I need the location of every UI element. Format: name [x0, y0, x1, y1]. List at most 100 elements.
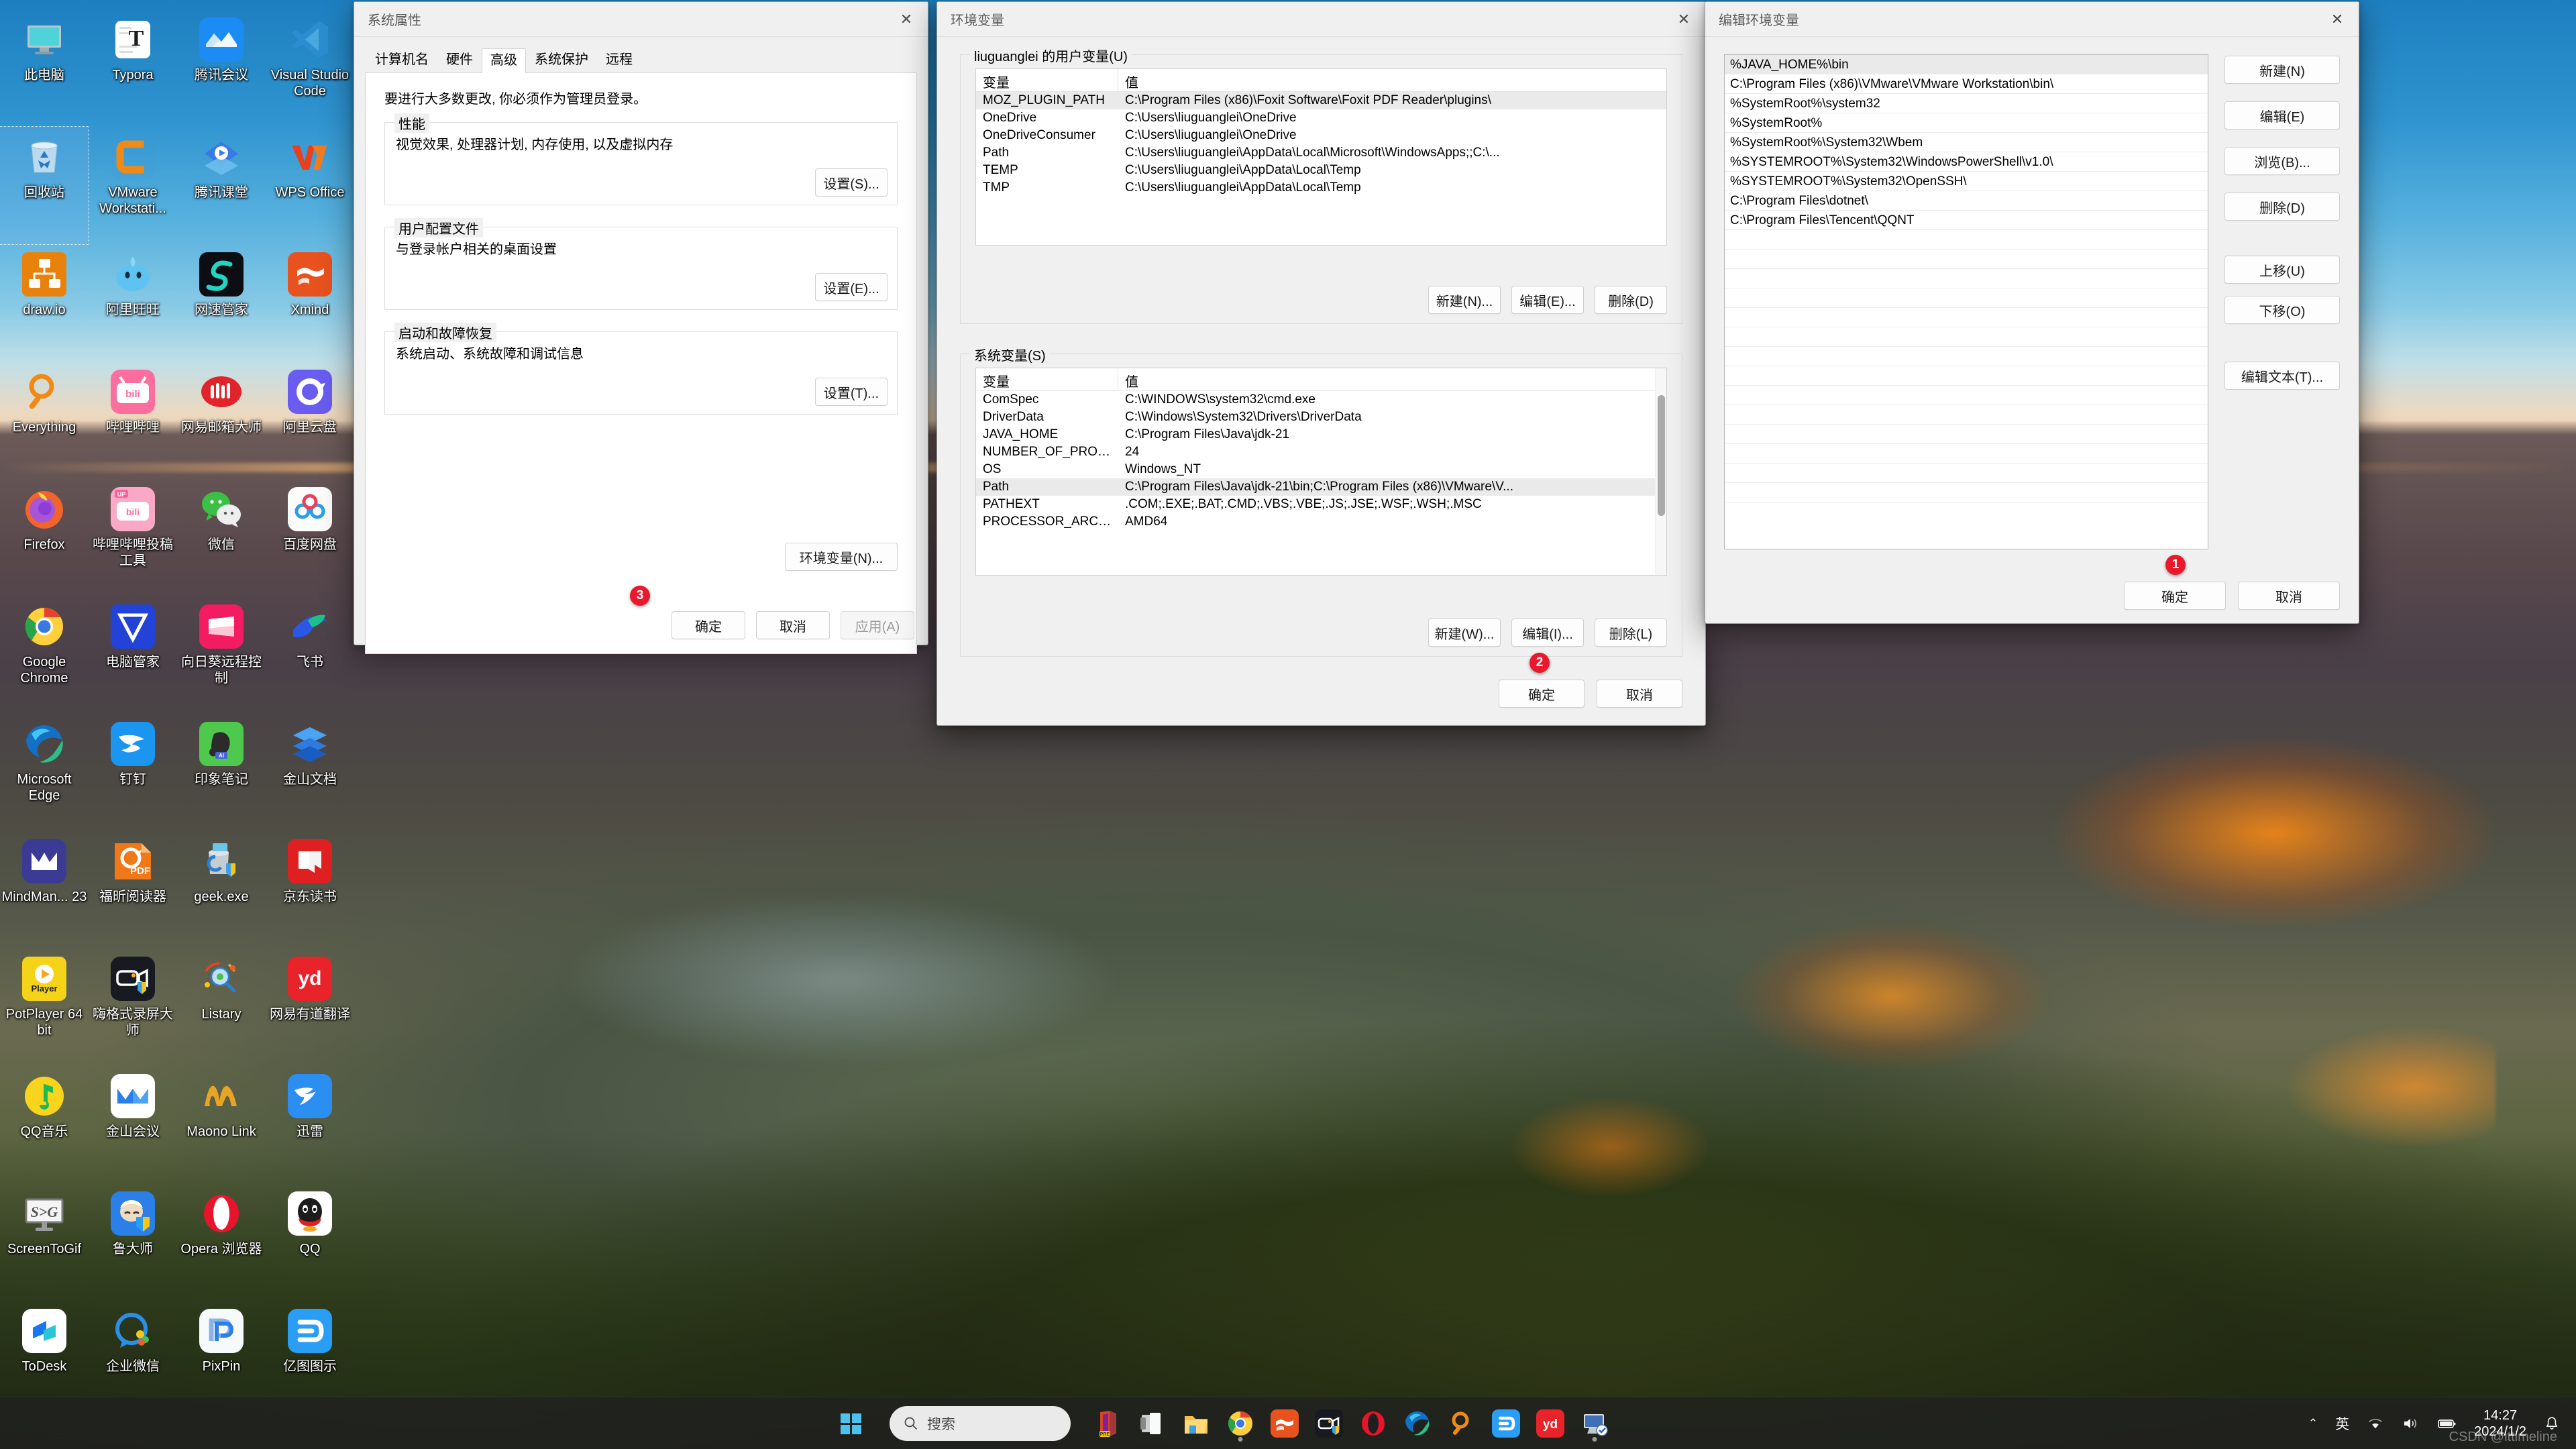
path-entry-empty-row[interactable]: [1725, 386, 2208, 405]
desktop-icon-foxit-reader[interactable]: PDF 福昕阅读器: [89, 831, 177, 949]
desktop-icon-typora[interactable]: T Typora: [89, 9, 177, 127]
taskbar-item-microsoft-edge[interactable]: [1398, 1404, 1437, 1443]
close-icon[interactable]: ✕: [885, 2, 928, 37]
editenv-ok-button[interactable]: 确定: [2124, 582, 2226, 610]
clock[interactable]: 14:27 2024/1/2: [2474, 1407, 2526, 1440]
desktop-icon-aliwangwang[interactable]: 阿里旺旺: [89, 244, 177, 362]
tab-2[interactable]: 高级: [482, 48, 526, 73]
editenv-move-down-button[interactable]: 下移(O): [2224, 296, 2340, 324]
table-row[interactable]: Path C:\Program Files\Java\jdk-21\bin;C:\…: [976, 478, 1666, 496]
desktop-icon-ludashi[interactable]: 鲁大师: [89, 1183, 177, 1301]
desktop-icon-tencent-meeting[interactable]: 腾讯会议: [177, 9, 266, 127]
editenv-move-up-button[interactable]: 上移(U): [2224, 256, 2340, 284]
desktop-icon-evernote[interactable]: AI 印象笔记: [177, 714, 266, 831]
path-entry-empty-row[interactable]: [1725, 347, 2208, 366]
path-entry-row[interactable]: %JAVA_HOME%\bin: [1725, 55, 2208, 74]
chevron-up-icon[interactable]: ⌃: [2308, 1417, 2318, 1430]
desktop-icon-this-pc[interactable]: 此电脑: [0, 9, 89, 127]
tab-1[interactable]: 硬件: [437, 48, 482, 72]
environment-variables-window[interactable]: 环境变量 ✕ liuguanglei 的用户变量(U) 变量 值 MOZ_PLU…: [936, 1, 1706, 726]
path-entry-empty-row[interactable]: [1725, 464, 2208, 483]
table-row[interactable]: PATHEXT .COM;.EXE;.BAT;.CMD;.VBS;.VBE;.JS…: [976, 496, 1666, 513]
taskbar-item-edraw[interactable]: [1487, 1404, 1525, 1443]
desktop-icon-screentogif[interactable]: S>G ScreenToGif: [0, 1183, 89, 1301]
desktop-icon-jd-read[interactable]: 京东读书: [266, 831, 354, 949]
path-entry-empty-row[interactable]: [1725, 269, 2208, 288]
path-entry-row[interactable]: %SystemRoot%: [1725, 113, 2208, 133]
path-entry-row[interactable]: %SystemRoot%\System32\Wbem: [1725, 133, 2208, 152]
path-entry-empty-row[interactable]: [1725, 425, 2208, 444]
desktop-icon-potplayer[interactable]: Player PotPlayer 64 bit: [0, 949, 89, 1066]
table-row[interactable]: JAVA_HOME C:\Program Files\Java\jdk-21: [976, 426, 1666, 443]
table-row[interactable]: Path C:\Users\liuguanglei\AppData\Local\M…: [976, 144, 1666, 162]
close-icon[interactable]: ✕: [1662, 2, 1705, 37]
path-entry-empty-row[interactable]: [1725, 250, 2208, 269]
system-properties-titlebar[interactable]: 系统属性 ✕: [354, 2, 928, 37]
editenv-edit-text-button[interactable]: 编辑文本(T)...: [2224, 362, 2340, 390]
system-properties-window[interactable]: 系统属性 ✕ 计算机名 硬件 高级 系统保护 远程 要进行大多数更改, 你必须作为管理员…: [354, 1, 928, 654]
performance-settings-button[interactable]: 设置(S)...: [815, 168, 888, 197]
edit-env-titlebar[interactable]: 编辑环境变量 ✕: [1705, 2, 2359, 37]
sysprops-cancel-button[interactable]: 取消: [756, 611, 830, 639]
path-entries-list[interactable]: %JAVA_HOME%\bin C:\Program Files (x86)\VM…: [1724, 54, 2208, 549]
desktop-icon-bilibili-upload[interactable]: UP bili 哔哩哔哩投稿工具: [89, 479, 177, 596]
taskbar-item-google-chrome[interactable]: [1221, 1404, 1260, 1443]
desktop-icon-feishu[interactable]: 飞书: [266, 596, 354, 714]
editenv-new-button[interactable]: 新建(N): [2224, 56, 2340, 84]
desktop-icon-wps-office[interactable]: WPS Office: [266, 127, 354, 244]
system-variables-scrollbar[interactable]: [1655, 368, 1666, 575]
edit-environment-variable-window[interactable]: 编辑环境变量 ✕ %JAVA_HOME%\bin C:\Program Files…: [1705, 1, 2359, 624]
path-entry-empty-row[interactable]: [1725, 230, 2208, 250]
table-row[interactable]: DriverData C:\Windows\System32\Drivers\Dr…: [976, 409, 1666, 426]
path-entry-empty-row[interactable]: [1725, 366, 2208, 386]
user-delete-button[interactable]: 删除(D): [1595, 286, 1667, 314]
taskbar[interactable]: 搜索 PRE yd ⌃ 英 14:27 2024/1/2: [0, 1397, 2576, 1449]
desktop-icon-netease-mail[interactable]: 网易邮箱大师: [177, 362, 266, 479]
envvars-cancel-button[interactable]: 取消: [1597, 680, 1682, 708]
environment-variables-titlebar[interactable]: 环境变量 ✕: [937, 2, 1705, 37]
desktop-icon-everything[interactable]: Everything: [0, 362, 89, 479]
desktop-icon-tencent-class[interactable]: 腾讯课堂: [177, 127, 266, 244]
path-entry-empty-row[interactable]: [1725, 405, 2208, 425]
desktop-icon-wechat[interactable]: 微信: [177, 479, 266, 596]
system-properties-tabstrip[interactable]: 计算机名 硬件 高级 系统保护 远程: [365, 48, 917, 73]
user-edit-button[interactable]: 编辑(E)...: [1511, 286, 1584, 314]
desktop-icon-higeshi-recorder[interactable]: 嗨格式录屏大师: [89, 949, 177, 1066]
battery-icon[interactable]: [2436, 1416, 2457, 1431]
desktop-icon-dingtalk[interactable]: 钉钉: [89, 714, 177, 831]
desktop-icon-vmware[interactable]: VMware Workstati...: [89, 127, 177, 244]
path-entry-row[interactable]: %SystemRoot%\system32: [1725, 94, 2208, 113]
path-entry-row[interactable]: C:\Program Files\dotnet\: [1725, 191, 2208, 211]
desktop-icon-bilibili[interactable]: bili 哔哩哔哩: [89, 362, 177, 479]
taskbar-item-screen-recorder[interactable]: [1309, 1404, 1348, 1443]
bell-icon[interactable]: [2544, 1415, 2560, 1432]
table-row[interactable]: OneDriveConsumer C:\Users\liuguanglei\One…: [976, 127, 1666, 144]
sysprops-ok-button[interactable]: 确定: [672, 611, 745, 639]
desktop-icon-vscode[interactable]: Visual Studio Code: [266, 9, 354, 127]
desktop-icon-geek-uninstaller[interactable]: geek.exe: [177, 831, 266, 949]
desktop-icon-pc-manager[interactable]: 电脑管家: [89, 596, 177, 714]
path-entry-row[interactable]: %SYSTEMROOT%\System32\OpenSSH\: [1725, 172, 2208, 191]
desktop-icon-thunder[interactable]: 迅雷: [266, 1066, 354, 1183]
taskbar-item-youdao[interactable]: yd: [1531, 1404, 1570, 1443]
table-row[interactable]: ComSpec C:\WINDOWS\system32\cmd.exe: [976, 391, 1666, 409]
desktop-icon-drawio[interactable]: draw.io: [0, 244, 89, 362]
desktop-icon-recycle-bin[interactable]: 回收站: [0, 126, 89, 245]
taskbar-item-system-properties[interactable]: [1575, 1404, 1614, 1443]
desktop-icon-sunlogin[interactable]: 向日葵远程控制: [177, 596, 266, 714]
table-row[interactable]: NUMBER_OF_PROCESSORS 24: [976, 443, 1666, 461]
close-icon[interactable]: ✕: [2316, 2, 2359, 37]
user-profiles-settings-button[interactable]: 设置(E)...: [815, 273, 888, 301]
startup-recovery-settings-button[interactable]: 设置(T)...: [815, 378, 888, 406]
system-delete-button[interactable]: 删除(L): [1595, 619, 1667, 647]
editenv-browse-button[interactable]: 浏览(B)...: [2224, 147, 2340, 175]
table-row[interactable]: TMP C:\Users\liuguanglei\AppData\Local\Te…: [976, 179, 1666, 197]
desktop-icon-firefox[interactable]: Firefox: [0, 479, 89, 596]
desktop-icon-xmind[interactable]: Xmind: [266, 244, 354, 362]
system-new-button[interactable]: 新建(W)...: [1428, 619, 1501, 647]
system-edit-button[interactable]: 编辑(I)...: [1511, 619, 1584, 647]
desktop-icon-listary[interactable]: Listary: [177, 949, 266, 1066]
path-entry-empty-row[interactable]: [1725, 483, 2208, 502]
desktop-icon-maono-link[interactable]: Maono Link: [177, 1066, 266, 1183]
table-row[interactable]: OneDrive C:\Users\liuguanglei\OneDrive: [976, 109, 1666, 127]
